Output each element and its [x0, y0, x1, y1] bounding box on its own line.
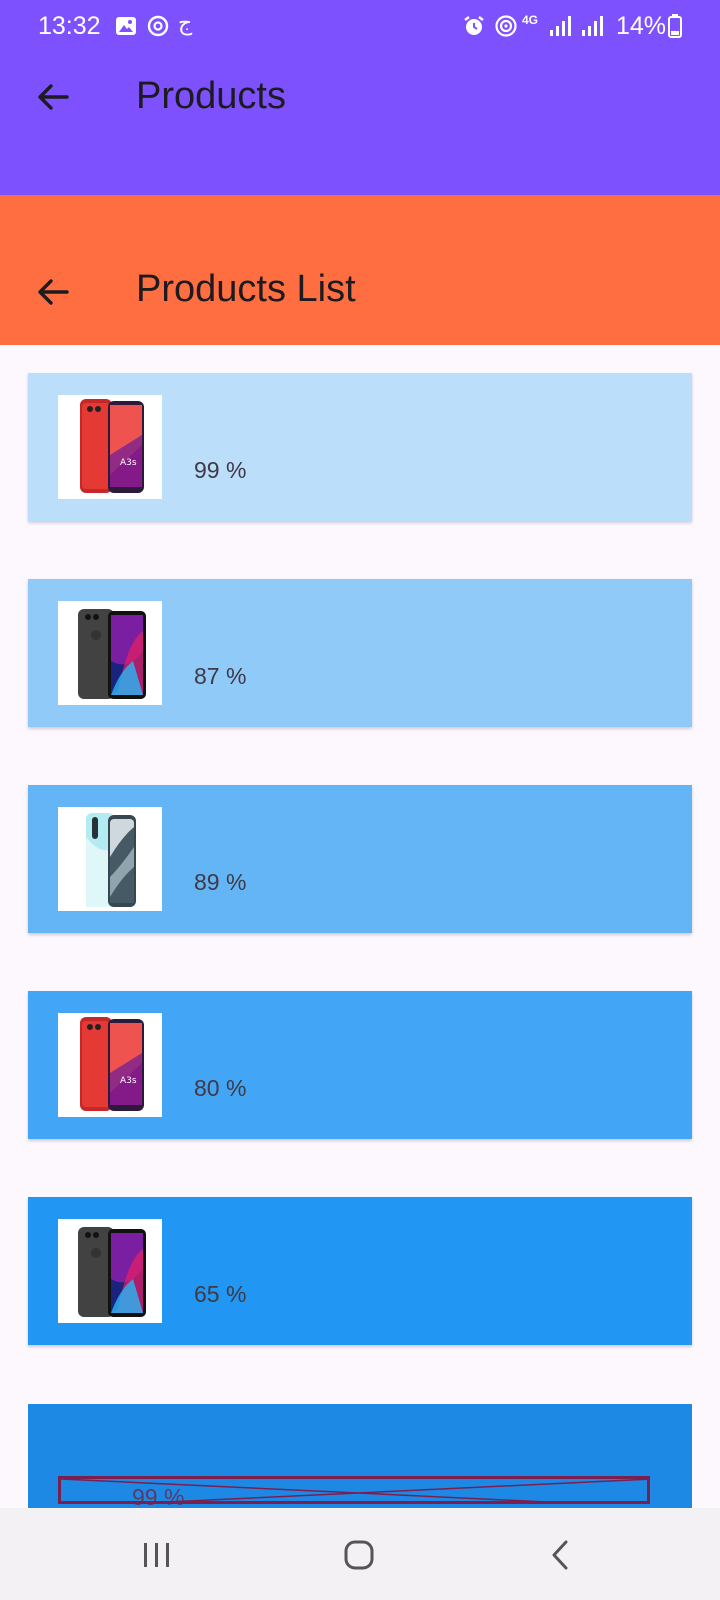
home-button[interactable] — [334, 1530, 384, 1580]
app-bar: 13:32 ج 4G 14% Products — [0, 0, 720, 195]
image-error-placeholder — [58, 1476, 650, 1504]
svg-text:A3s: A3s — [120, 458, 137, 468]
svg-text:A3s: A3s — [120, 1076, 137, 1086]
arrow-back-icon — [38, 84, 69, 110]
product-card[interactable]: A3s 80 % — [28, 991, 692, 1139]
product-image-red-phone: A3s — [58, 1013, 162, 1117]
product-image-blue-phone — [58, 807, 162, 911]
broken-image-icon — [61, 1479, 647, 1501]
page-title: Products — [136, 75, 286, 117]
product-card[interactable]: 99 % — [28, 1404, 692, 1512]
status-time: 13:32 — [38, 12, 101, 40]
product-card[interactable]: 89 % — [28, 785, 692, 933]
hotspot-icon — [494, 14, 518, 38]
products-list-bar: Products List — [0, 195, 720, 345]
product-image-black-phone — [58, 601, 162, 705]
home-icon — [344, 1540, 374, 1570]
signal-icon — [548, 14, 572, 38]
recents-button[interactable] — [132, 1530, 182, 1580]
image-icon — [114, 14, 138, 38]
product-card[interactable]: 87 % — [28, 579, 692, 727]
alarm-icon — [462, 14, 486, 38]
battery-icon — [668, 14, 682, 38]
chevron-left-icon — [552, 1540, 568, 1570]
recycle-icon — [146, 14, 170, 38]
list-title: Products List — [136, 268, 356, 310]
back-button[interactable] — [28, 72, 78, 122]
product-percent: 99 % — [194, 457, 247, 483]
product-image-black-phone — [58, 1219, 162, 1323]
arabic-letter-icon: ج — [178, 10, 193, 35]
nav-back-button[interactable] — [536, 1530, 586, 1580]
product-percent: 87 % — [194, 663, 247, 689]
network-type: 4G — [522, 13, 539, 27]
product-percent: 89 % — [194, 869, 247, 895]
arrow-back-icon — [38, 279, 69, 305]
product-card[interactable]: A3s 99 % — [28, 373, 692, 521]
product-percent: 65 % — [194, 1281, 247, 1307]
status-bar: 13:32 ج 4G 14% — [0, 0, 720, 52]
signal-icon-2 — [580, 14, 604, 38]
product-image-red-phone: A3s — [58, 395, 162, 499]
product-percent: 80 % — [194, 1075, 247, 1101]
recents-icon — [144, 1543, 169, 1567]
battery-level: 14% — [616, 12, 667, 40]
product-card[interactable]: 65 % — [28, 1197, 692, 1345]
system-nav-bar — [0, 1508, 720, 1600]
list-back-button[interactable] — [28, 267, 78, 317]
